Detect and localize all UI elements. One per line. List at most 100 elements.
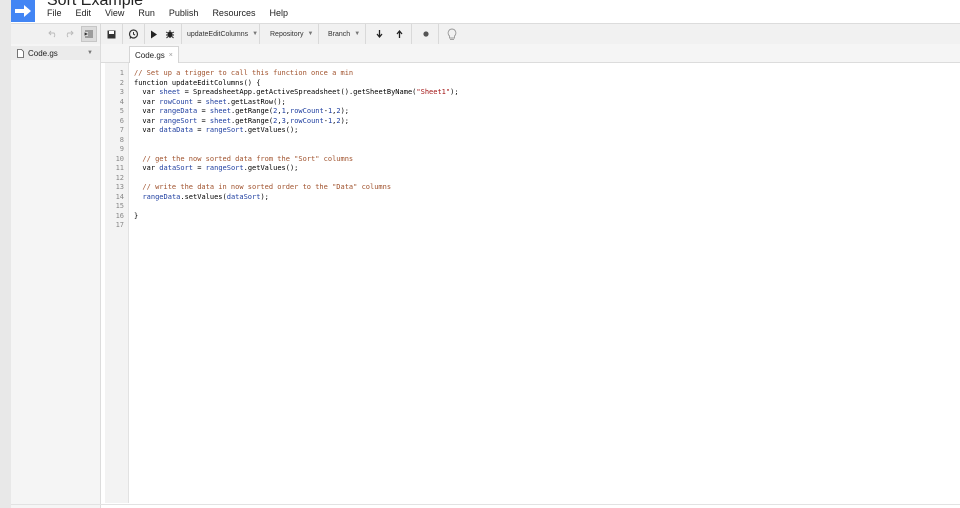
debug-icon[interactable] — [162, 26, 178, 42]
repository-menu[interactable]: Repository ▼ — [266, 26, 317, 42]
tab-label: Code.gs — [135, 50, 165, 60]
code-token: = — [193, 126, 206, 134]
line-number: 5 — [119, 107, 124, 115]
code-token: sheet — [159, 88, 181, 96]
code-line: var dataData = rangeSort.getValues(); — [134, 126, 459, 136]
code-line: // get the now sorted data from the "Sor… — [134, 155, 459, 165]
line-number: 15 — [115, 202, 124, 210]
line-number: 16 — [115, 211, 124, 220]
close-icon[interactable]: × — [169, 52, 173, 59]
code-token: } — [134, 211, 139, 220]
code-token: rangeData — [159, 107, 198, 115]
push-icon[interactable] — [391, 26, 407, 42]
redo-icon[interactable] — [61, 26, 77, 42]
file-item-code-gs[interactable]: Code.gs ▼ — [11, 46, 100, 60]
file-name: Code.gs — [28, 48, 58, 58]
repository-label: Repository — [270, 30, 304, 38]
lightbulb-icon[interactable] — [444, 26, 460, 42]
code-token: rangeSort — [159, 116, 198, 125]
code-token: sheet — [209, 107, 231, 115]
menu-file[interactable]: File — [40, 6, 69, 20]
line-number: 13 — [115, 183, 124, 191]
code-token: .getValues(); — [243, 126, 299, 134]
code-token: dataData — [159, 126, 194, 134]
function-select[interactable]: updateEditColumns ▼ — [183, 26, 262, 42]
code-token: .getRange( — [230, 116, 274, 125]
undo-icon[interactable] — [45, 26, 61, 42]
code-token: = SpreadsheetApp.getActiveSpreadsheet().… — [180, 88, 417, 96]
tab-code-gs[interactable]: Code.gs × — [129, 46, 179, 63]
code-token: ); — [340, 116, 350, 125]
toolbar-separator — [365, 24, 366, 44]
line-number: 9 — [119, 145, 124, 153]
menu-resources[interactable]: Resources — [205, 6, 262, 20]
code-token: .getRange( — [230, 107, 274, 115]
branch-menu[interactable]: Branch ▼ — [324, 26, 364, 42]
code-token: var — [134, 116, 160, 125]
menu-edit[interactable]: Edit — [69, 6, 99, 20]
menu-run[interactable]: Run — [131, 6, 162, 20]
line-number: 14 — [115, 192, 124, 201]
code-editor[interactable]: // Set up a trigger to call this functio… — [134, 69, 459, 231]
code-token: rangeData — [142, 192, 181, 201]
bottom-divider — [11, 504, 960, 505]
code-line: var rowCount = sheet.getLastRow(); — [134, 98, 459, 108]
run-icon[interactable] — [146, 26, 162, 42]
code-token: rowCount — [290, 107, 324, 115]
code-token: .getValues(); — [243, 164, 299, 172]
code-token: rowCount — [159, 97, 194, 106]
chevron-down-icon[interactable]: ▼ — [87, 50, 93, 56]
function-select-label: updateEditColumns — [187, 30, 249, 38]
code-token: rangeSort — [205, 126, 244, 134]
pull-icon[interactable] — [371, 26, 387, 42]
menu-view[interactable]: View — [98, 6, 131, 20]
line-number: 2 — [119, 78, 124, 87]
toolbar-separator — [181, 24, 182, 44]
toolbar-separator — [411, 24, 412, 44]
toolbar-separator — [259, 24, 260, 44]
code-token: dataSort — [159, 164, 194, 172]
save-icon[interactable] — [103, 26, 119, 42]
code-token: = — [193, 164, 206, 172]
code-token: .getLastRow(); — [226, 97, 286, 106]
code-token: dataSort — [226, 192, 261, 201]
toolbar-separator — [438, 24, 439, 44]
menu-bar: File Edit View Run Publish Resources Hel… — [40, 6, 295, 20]
code-token: // write the data in now sorted order to… — [134, 183, 392, 191]
code-token: = — [197, 116, 210, 125]
code-line: var sheet = SpreadsheetApp.getActiveSpre… — [134, 88, 458, 98]
code-token: = — [193, 97, 206, 106]
line-number: 6 — [119, 116, 124, 125]
line-number: 17 — [115, 221, 124, 229]
code-line: // Set up a trigger to call this functio… — [134, 69, 459, 79]
code-token: // get the now sorted data from the "Sor… — [134, 154, 354, 163]
code-token: function updateEditColumns() { — [134, 78, 261, 87]
file-icon — [17, 48, 24, 58]
branch-label: Branch — [328, 30, 351, 38]
code-token: ); — [340, 107, 350, 115]
code-token: sheet — [209, 116, 231, 125]
code-line: var rangeSort = sheet.getRange(2,3,rowCo… — [134, 117, 459, 127]
menu-publish[interactable]: Publish — [162, 6, 206, 20]
indent-icon[interactable] — [81, 26, 97, 42]
chevron-down-icon: ▼ — [354, 31, 361, 37]
code-token: rangeSort — [205, 164, 244, 172]
line-number: 7 — [119, 126, 124, 134]
line-number: 12 — [115, 173, 124, 182]
code-token: rowCount — [290, 116, 324, 125]
triggers-icon[interactable] — [125, 26, 141, 42]
code-token: = — [197, 107, 210, 115]
line-number: 11 — [115, 164, 124, 172]
menu-help[interactable]: Help — [262, 6, 295, 20]
code-token: var — [134, 164, 160, 172]
apps-script-logo[interactable] — [11, 0, 35, 22]
code-token: var — [134, 97, 160, 106]
line-number: 4 — [119, 97, 124, 106]
chevron-down-icon: ▼ — [307, 31, 314, 37]
tab-bar: Code.gs × — [101, 44, 960, 63]
record-icon[interactable] — [418, 26, 434, 42]
